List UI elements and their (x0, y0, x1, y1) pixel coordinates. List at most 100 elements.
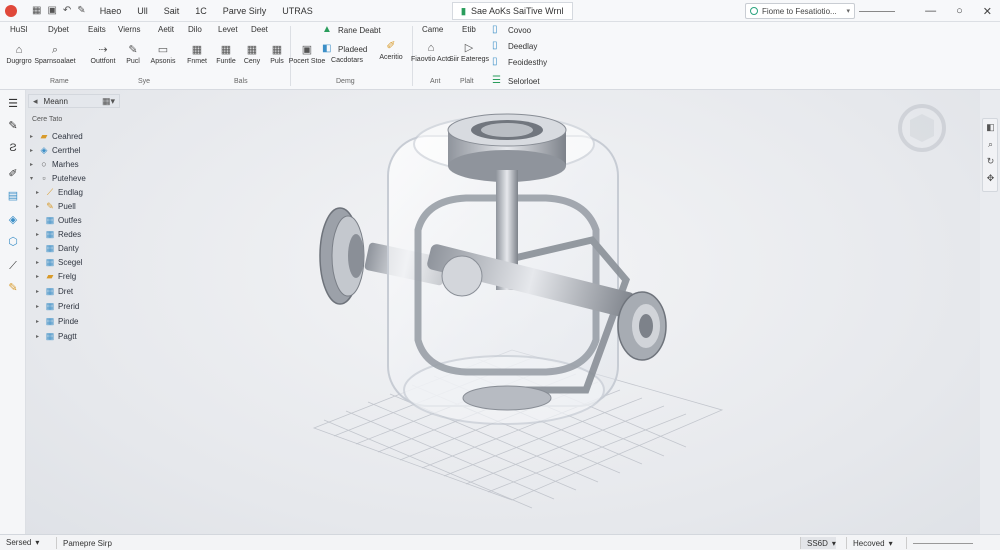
search-input[interactable]: Fiome to Fesatiotio... ▾ (745, 3, 855, 19)
settings-icon[interactable]: ▦▾ (102, 96, 115, 107)
expand-icon[interactable]: ▸ (36, 318, 42, 325)
tree-item[interactable]: ▸ ▦ Dret (36, 285, 73, 297)
tree-item[interactable]: ▸ ▦ Danty (36, 242, 79, 254)
ribbon-row-button[interactable]: ☰ Selorloet (492, 76, 540, 86)
expand-icon[interactable]: ▸ (36, 189, 42, 196)
ribbon-button[interactable]: ⌕ Sparnsoalaet (34, 44, 75, 65)
tree-item[interactable]: ▸ ○ Marhes (30, 158, 79, 170)
status-slider[interactable] (913, 542, 973, 544)
menu-item[interactable]: Sait (164, 6, 180, 16)
menu-item[interactable]: UTRAS (282, 6, 313, 16)
search-text: Fiome to Fesatiotio... (762, 6, 837, 16)
feature-icon: ▦ (45, 228, 55, 239)
pencil-icon[interactable]: ✎ (7, 120, 19, 132)
menu-item[interactable]: Ull (137, 6, 148, 16)
expand-icon[interactable]: ▾ (30, 175, 36, 182)
view-icon[interactable]: ◧ (985, 122, 996, 133)
layers-icon[interactable]: ▤ (7, 190, 19, 202)
tree-item[interactable]: ▸ ▦ Pagtt (36, 330, 77, 342)
ribbon-button[interactable]: ✎ Pucl (118, 44, 148, 65)
ribbon-button[interactable]: Cacdotars (331, 57, 363, 64)
tree-item[interactable]: ▸ ▦ Prerid (36, 300, 79, 312)
status-state[interactable]: Hecoved ▾ (846, 537, 893, 549)
expand-icon[interactable]: ▸ (36, 217, 42, 224)
ribbon-button[interactable]: ▦ Fnmet (182, 44, 212, 65)
tree-item[interactable]: ▸ ▦ Scegel (36, 256, 82, 268)
ribbon-button[interactable]: ⇢ Outtfont (88, 44, 118, 65)
status-units[interactable]: SS6D ▾ (800, 537, 836, 549)
slider-icon[interactable] (859, 10, 896, 12)
ribbon-row-button[interactable]: ▯ Deedlay (492, 41, 537, 51)
app-logo-icon[interactable] (0, 0, 22, 22)
brush-icon[interactable]: ✎ (77, 5, 85, 16)
document-icon: ▯ (492, 56, 498, 67)
ribbon-row-button[interactable]: ▯ Feoidesthy (492, 57, 547, 67)
grid-icon[interactable]: ▦ (32, 5, 41, 16)
ribbon-tab[interactable]: Vierns (118, 25, 141, 34)
ribbon-button[interactable]: ▦ Puls (262, 44, 292, 65)
document-tab[interactable]: ▮ Sae AoKs SaiTive Wrnl (452, 2, 573, 20)
ribbon-tab[interactable]: Eaits (88, 25, 106, 34)
expand-icon[interactable]: ▸ (36, 259, 42, 266)
maximize-icon[interactable]: ○ (956, 5, 963, 17)
ribbon-tab[interactable]: Dybet (48, 25, 69, 34)
ribbon-button[interactable]: ▣ Pocert Stoe (289, 44, 326, 65)
minimize-icon[interactable]: — (925, 5, 936, 17)
feature-icon: ▦ (45, 214, 55, 225)
shape-icon[interactable]: ⬡ (7, 236, 19, 248)
ribbon-button[interactable]: ✐ Aceritio (376, 40, 406, 61)
ribbon-row-button[interactable]: ▲ Rane Deabt (322, 25, 381, 35)
tree-item[interactable]: ▾ ▫ Puteheve (30, 172, 86, 184)
ribbon-tab[interactable]: Deet (251, 25, 268, 34)
menu-item[interactable]: Parve Sirly (223, 6, 267, 16)
rotate-icon[interactable]: ↻ (985, 156, 996, 167)
ribbon-tab[interactable]: Came (422, 25, 443, 34)
ribbon-tab[interactable]: Dilo (188, 25, 202, 34)
tree-panel-header[interactable]: ◂ Meann ▦▾ (28, 94, 120, 108)
expand-icon[interactable]: ▸ (36, 273, 42, 280)
tree-item[interactable]: ▸ ▦ Outfes (36, 214, 82, 226)
expand-icon[interactable]: ▸ (30, 147, 36, 154)
expand-icon[interactable]: ▸ (30, 133, 36, 140)
expand-icon[interactable]: ▸ (36, 288, 42, 295)
expand-icon[interactable]: ▸ (36, 303, 42, 310)
expand-icon[interactable]: ▸ (30, 161, 36, 168)
sketch-icon[interactable]: Ƨ (7, 142, 19, 154)
brush-icon[interactable]: ✐ (7, 168, 19, 180)
save-icon[interactable]: ▣ (47, 5, 56, 16)
expand-icon[interactable]: ▸ (36, 203, 42, 210)
measure-icon[interactable]: ⟋ (7, 260, 19, 272)
chevron-left-icon[interactable]: ◂ (33, 96, 38, 107)
cube-icon[interactable]: ◈ (7, 214, 19, 226)
ribbon-button[interactable]: ▭ Apsonis (148, 44, 178, 65)
tree-item[interactable]: ▸ ▰ Ceahred (30, 130, 83, 142)
pan-icon[interactable]: ✥ (985, 173, 996, 184)
menu-item[interactable]: 1C (195, 6, 207, 16)
ribbon-tab[interactable]: HuSl (10, 25, 27, 34)
tree-item[interactable]: ▸ ⟋ Endlag (36, 186, 83, 198)
ribbon-tab[interactable]: Levet (218, 25, 238, 34)
expand-icon[interactable]: ▸ (36, 245, 42, 252)
menu-item[interactable]: Haeo (100, 6, 122, 16)
ribbon-button[interactable]: ⌂ Dugrgro (4, 44, 34, 65)
zoom-icon[interactable]: ⌕ (985, 139, 996, 150)
ribbon-tab[interactable]: Etib (462, 25, 476, 34)
ribbon-tab[interactable]: Aetit (158, 25, 174, 34)
tree-item[interactable]: ▸ ✎ Puell (36, 200, 76, 212)
menu-icon[interactable]: ☰ (7, 98, 19, 110)
3d-viewport[interactable] (26, 90, 980, 534)
ribbon-button[interactable]: ⌂ Fiaovtio Acto (411, 42, 451, 63)
status-mode[interactable]: Sersed ▾ (6, 538, 39, 547)
expand-icon[interactable]: ▸ (36, 333, 42, 340)
ribbon-button[interactable]: ▷ Siir Eateregs (449, 42, 489, 63)
tree-item[interactable]: ▸ ▰ Frelg (36, 270, 76, 282)
ribbon-row-button[interactable]: ▯ Covoo (492, 25, 531, 35)
ribbon-row-button[interactable]: ◧ Pladeed (322, 44, 367, 54)
tree-item[interactable]: ▸ ▦ Pinde (36, 315, 78, 327)
close-icon[interactable]: ✕ (983, 5, 992, 18)
expand-icon[interactable]: ▸ (36, 231, 42, 238)
tree-item[interactable]: ▸ ◈ Cerrthel (30, 144, 80, 156)
undo-icon[interactable]: ↶ (63, 5, 71, 16)
tree-item[interactable]: ▸ ▦ Redes (36, 228, 81, 240)
tag-icon[interactable]: ✎ (7, 282, 19, 294)
